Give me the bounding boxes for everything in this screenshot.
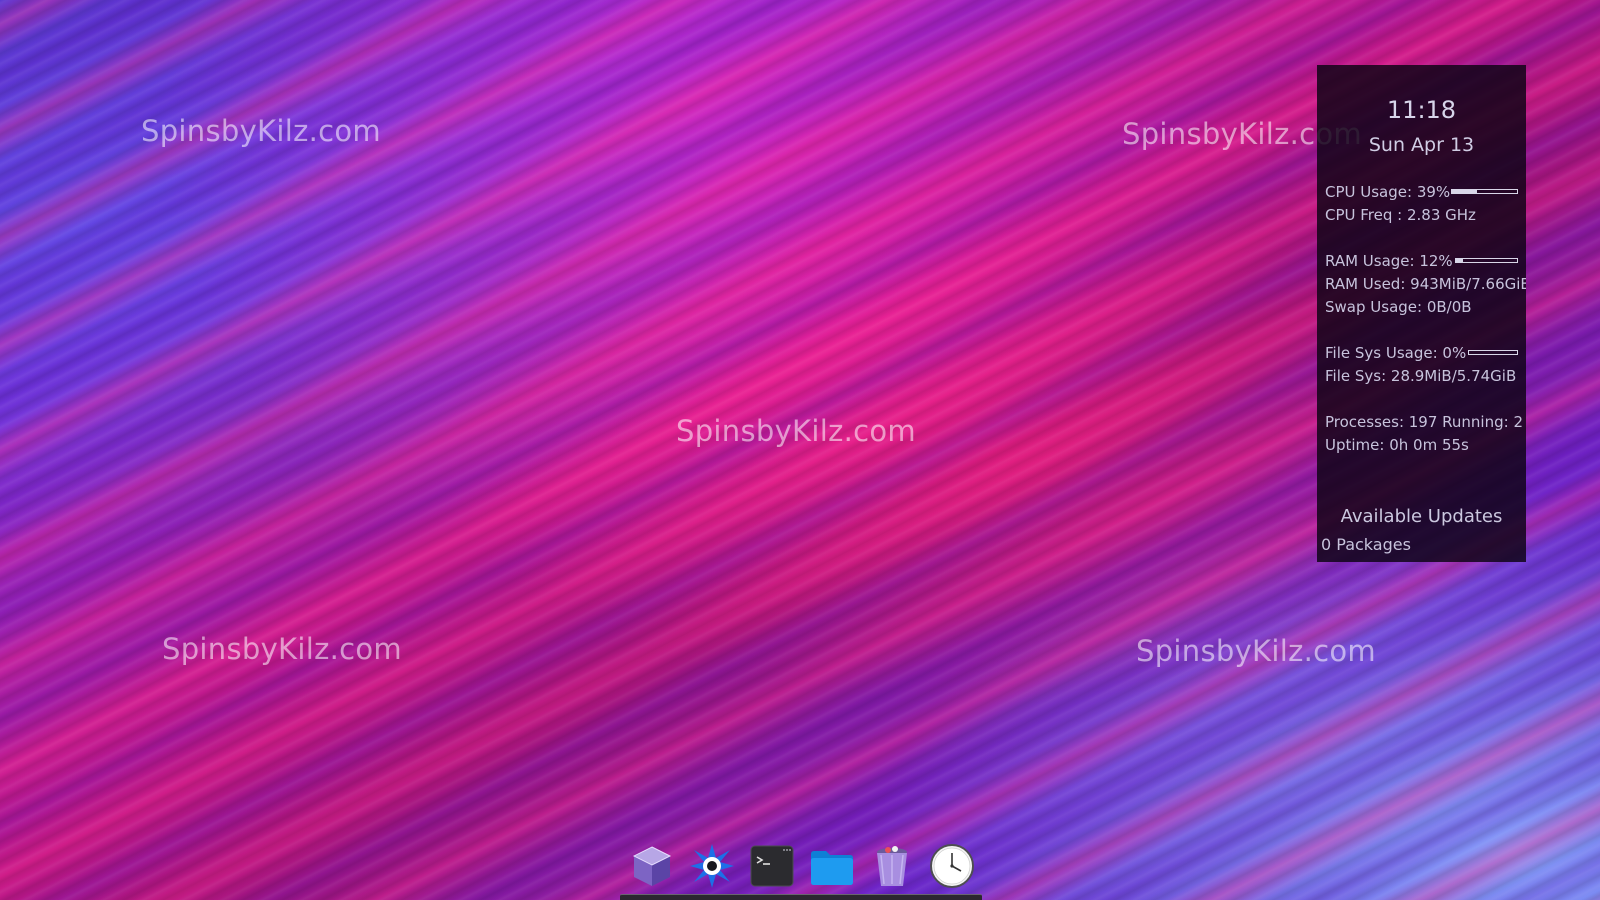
dock-file-manager[interactable] [808,842,856,890]
cube-icon [632,846,672,886]
watermark-text: SpinsbyKilz.com [676,414,916,448]
dock-shelf [620,894,982,900]
dock-app-menu[interactable] [688,842,736,890]
filesystem-usage-text: File Sys Usage: 0% [1325,344,1467,362]
dock [620,836,982,900]
desktop[interactable]: SpinsbyKilz.com SpinsbyKilz.com SpinsbyK… [0,0,1600,900]
clock-date: Sun Apr 13 [1368,134,1475,156]
filesystem-text: File Sys: 28.9MiB/5.74GiB [1325,367,1517,385]
swap-usage-text: Swap Usage: 0B/0B [1325,298,1472,316]
ram-usage-text: RAM Usage: 12% [1325,252,1453,270]
watermark-text: SpinsbyKilz.com [162,632,402,666]
ram-usage-bar [1455,258,1518,263]
dock-clock[interactable] [928,842,976,890]
dock-terminal[interactable] [748,842,796,890]
updates-count: 0 Packages [1321,535,1411,554]
dock-trash[interactable] [868,842,916,890]
updates-title: Available Updates [1340,506,1503,527]
dock-launcher-cube[interactable] [628,842,676,890]
clock-time: 11:18 [1386,96,1457,124]
cpu-freq-text: CPU Freq : 2.83 GHz [1325,206,1476,224]
cpu-usage-text: CPU Usage: 39% [1325,183,1451,201]
ram-usage-bar-fill [1456,259,1464,262]
uptime-text: Uptime: 0h 0m 55s [1325,436,1469,454]
trash-icon [877,846,907,886]
terminal-icon [750,845,794,887]
app-menu-icon [690,844,734,888]
watermark-text: SpinsbyKilz.com [141,114,381,148]
ram-used-text: RAM Used: 943MiB/7.66GiB [1325,275,1526,293]
cpu-usage-bar [1451,189,1518,194]
system-monitor-widget: 11:18 Sun Apr 13 CPU Usage: 39% CPU Freq… [1317,65,1526,562]
folder-icon [811,851,853,885]
clock-icon [930,844,974,888]
watermark-text: SpinsbyKilz.com [1136,634,1376,668]
processes-text: Processes: 197 Running: 2 [1325,413,1523,431]
cpu-usage-bar-fill [1452,190,1478,193]
filesystem-usage-bar [1468,350,1518,355]
